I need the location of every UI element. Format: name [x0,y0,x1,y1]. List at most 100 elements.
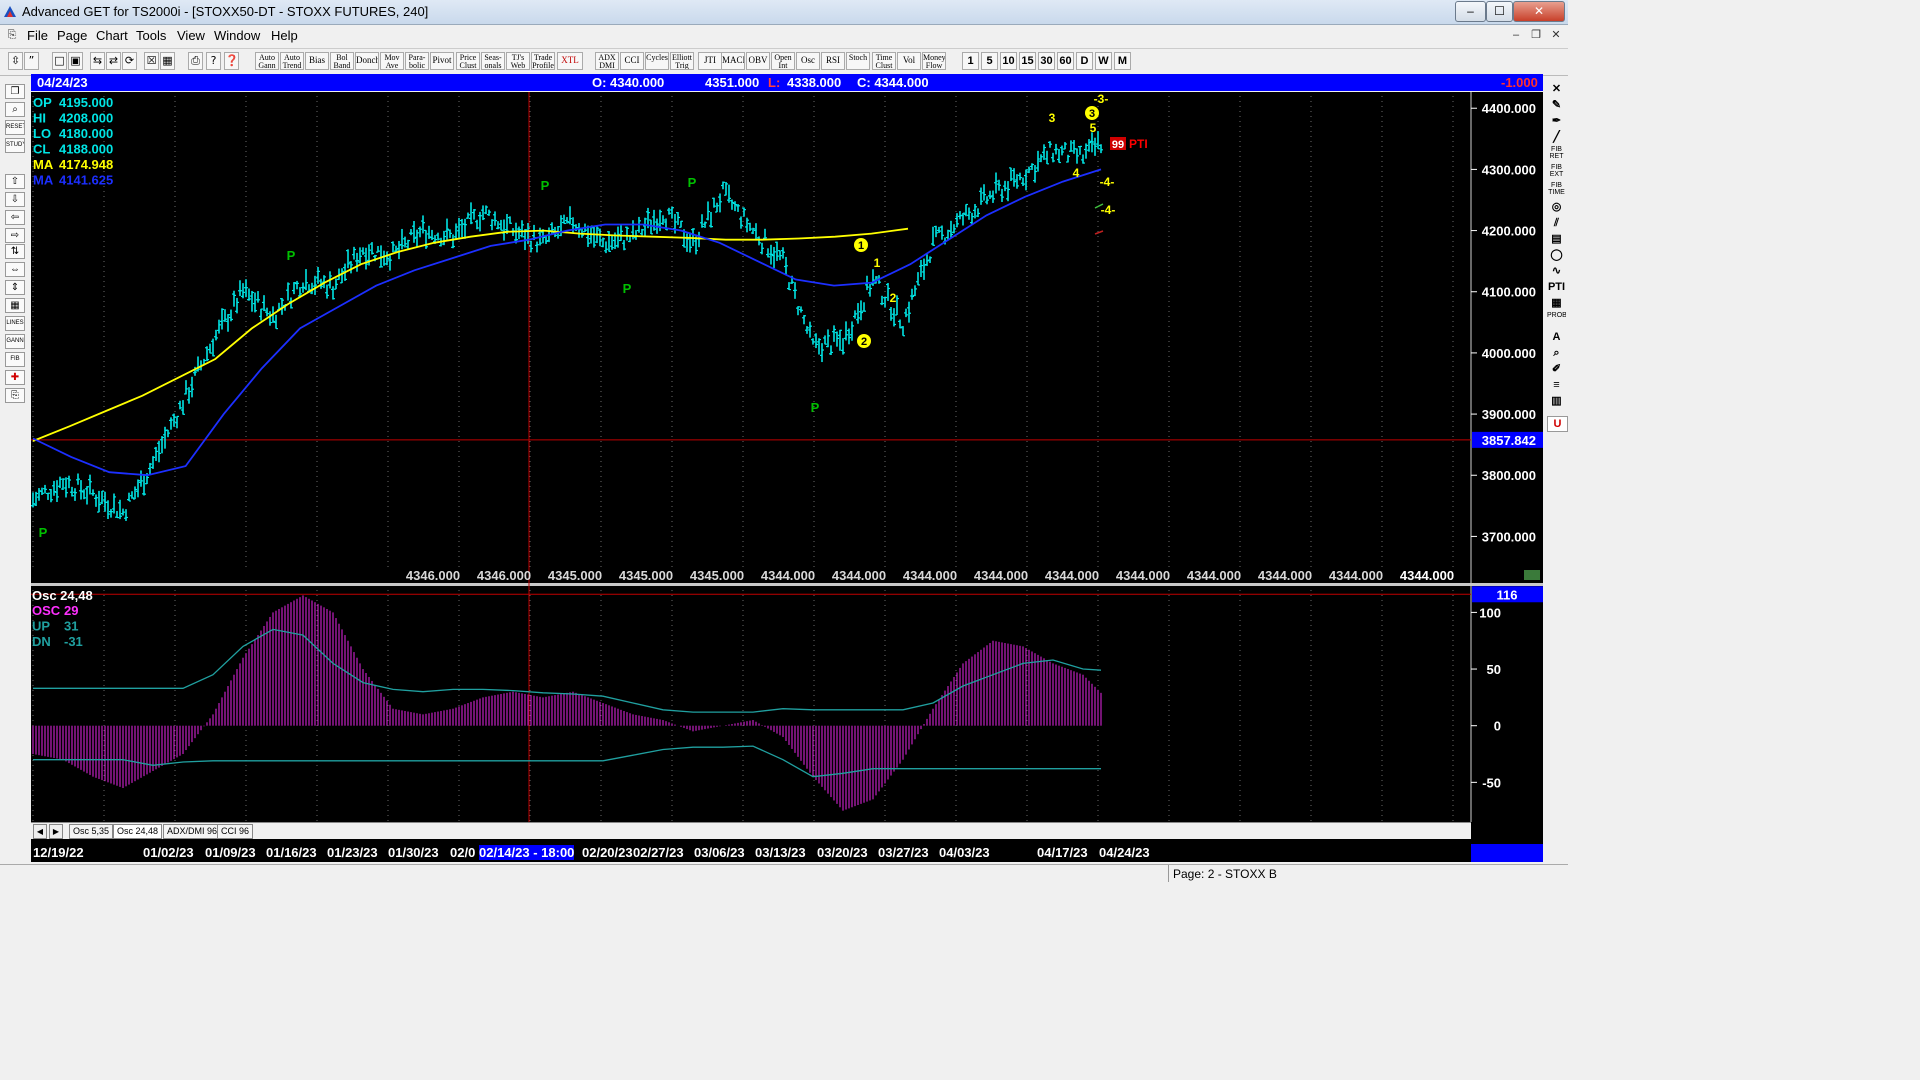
study-button-cci[interactable]: CCI [620,52,644,70]
chart-area[interactable]: 4400.000 4300.000 4200.000 4100.000 4000.000… [31,92,1543,844]
study-icon[interactable]: STUDY [5,138,25,153]
grid-icon[interactable]: ▦ [5,298,25,313]
link-icon[interactable]: ⇆ [90,52,105,70]
close-button[interactable]: ✕ [1513,1,1565,22]
study-button-bias[interactable]: Bias [305,52,329,70]
print-icon[interactable]: ⎙ [188,52,203,70]
study-button-stoch[interactable]: Stoch [846,52,870,70]
gann-icon[interactable]: GANN [5,334,25,349]
study-button-elliott-trig[interactable]: Elliott Trig [670,52,694,70]
study-button-donch[interactable]: Donch [355,52,379,70]
pencil-icon[interactable]: ✎ [1547,98,1566,112]
study-button-vol[interactable]: Vol [897,52,921,70]
tab-cci-96[interactable]: CCI 96 [217,824,254,839]
study-button-macd[interactable]: MACD [721,52,745,70]
menu-chart[interactable]: Chart [96,28,128,43]
menu-file[interactable]: File [27,28,48,43]
copy-page-icon[interactable]: ▣ [68,52,83,70]
period-button-d[interactable]: D [1076,52,1093,70]
link-reverse-icon[interactable]: ⇄ [106,52,121,70]
study-button-time-clust[interactable]: Time Clust [872,52,896,70]
quote-icon[interactable]: ” [24,52,39,70]
mdi-close-icon[interactable]: ✕ [1548,28,1564,43]
tab-adx-dmi-96[interactable]: ADX/DMI 96 [163,824,222,839]
scale-icon[interactable]: ⇅ [5,244,25,259]
prob-icon[interactable]: PROB [1547,312,1566,326]
fib-time-icon[interactable]: FIB TIME [1547,182,1566,196]
eraser-icon[interactable]: ✐ [1547,362,1566,376]
fib-ext-icon[interactable]: FIB EXT [1547,164,1566,178]
zoom-icon[interactable]: ⌕ [5,102,25,117]
line-icon[interactable]: ╱ [1547,130,1566,144]
table-icon[interactable]: ▥ [1547,394,1566,408]
menu-page[interactable]: Page [57,28,87,43]
context-help-icon[interactable]: ❓ [224,52,239,70]
close-panel-icon[interactable]: ✕ [1547,82,1566,96]
ellipse-icon[interactable]: ◯ [1547,248,1566,262]
study-button-tj-s-web[interactable]: TJ's Web [506,52,530,70]
box-icon[interactable]: ▤ [1547,232,1566,246]
mdi-minimize-icon[interactable]: – [1508,28,1524,43]
refresh-icon[interactable]: ⟳ [122,52,137,70]
grid-icon[interactable]: ▦ [1547,296,1566,310]
magnet-icon[interactable]: U [1547,416,1568,432]
study-button-obv[interactable]: OBV [746,52,770,70]
arrow-right-icon[interactable]: ⇨ [5,228,25,243]
compress-icon[interactable]: ⇕ [5,280,25,295]
bars-icon[interactable]: ≡ [1547,378,1566,392]
period-button-15[interactable]: 15 [1019,52,1036,70]
study-button-adx-dmi[interactable]: ADX DMI [595,52,619,70]
study-button-trade-profile[interactable]: Trade Profile [531,52,555,70]
grid-icon[interactable]: ▦ [160,52,175,70]
study-button-price-clust[interactable]: Price Clust [456,52,480,70]
date-scroll-box[interactable] [1471,844,1543,862]
arrow-left-icon[interactable]: ⇦ [5,210,25,225]
pointer-icon[interactable]: ⇳ [8,52,23,70]
period-button-30[interactable]: 30 [1038,52,1055,70]
study-button-jti[interactable]: JTI [698,52,722,70]
study-button-cycles[interactable]: Cycles [645,52,669,70]
reset-icon[interactable]: RESET [5,120,25,135]
menu-window[interactable]: Window [214,28,260,43]
menu-help[interactable]: Help [271,28,298,43]
study-button-rsi[interactable]: RSI [821,52,845,70]
minimize-button[interactable]: – [1455,1,1486,22]
study-button-para-bolic[interactable]: Para-bolic [405,52,429,70]
menu-tools[interactable]: Tools [136,28,166,43]
text-icon[interactable]: A [1547,330,1566,344]
wave-icon[interactable]: ∿ [1547,264,1566,278]
panel-separator[interactable] [31,583,1543,586]
help-icon[interactable]: ? [206,52,221,70]
chart-canvas[interactable]: 4400.000 4300.000 4200.000 4100.000 4000.000… [31,92,1543,844]
tab-prev-icon[interactable]: ◀ [33,824,47,839]
magnify-icon[interactable]: ⌕ [1547,346,1566,360]
lines-icon[interactable]: LINES [5,316,25,331]
period-button-5[interactable]: 5 [981,52,998,70]
period-button-w[interactable]: W [1095,52,1112,70]
new-page-icon[interactable]: □ [52,52,67,70]
arrow-down-icon[interactable]: ⇩ [5,192,25,207]
study-button-auto-gann[interactable]: Auto Gann [255,52,279,70]
scroll-corner-icon[interactable] [1524,570,1540,580]
tab-osc-24-48[interactable]: Osc 24,48 [113,824,163,839]
mdi-restore-icon[interactable]: ❐ [1528,28,1544,43]
study-button-auto-trend[interactable]: Auto Trend [280,52,304,70]
delete-icon[interactable]: ☒ [144,52,159,70]
pti-icon[interactable]: PTI [1547,280,1566,294]
maximize-button[interactable]: ☐ [1486,1,1513,22]
tab-osc-5-35[interactable]: Osc 5,35 [69,824,114,839]
pen-icon[interactable]: ✒ [1547,114,1566,128]
expand-icon[interactable]: ⇔ [5,262,25,277]
study-button-open-int[interactable]: Open Int [771,52,795,70]
study-button-mov-ave[interactable]: Mov Ave [380,52,404,70]
period-button-1[interactable]: 1 [962,52,979,70]
document-icon[interactable]: ⎘ [4,28,20,43]
tab-next-icon[interactable]: ▶ [49,824,63,839]
period-button-60[interactable]: 60 [1057,52,1074,70]
fib-icon[interactable]: FIB [5,352,25,367]
study-button-xtl[interactable]: XTL [557,52,583,70]
study-button-bol-band[interactable]: Bol Band [330,52,354,70]
study-button-osc[interactable]: Osc [796,52,820,70]
menu-view[interactable]: View [177,28,205,43]
circle-icon[interactable]: ◎ [1547,200,1566,214]
